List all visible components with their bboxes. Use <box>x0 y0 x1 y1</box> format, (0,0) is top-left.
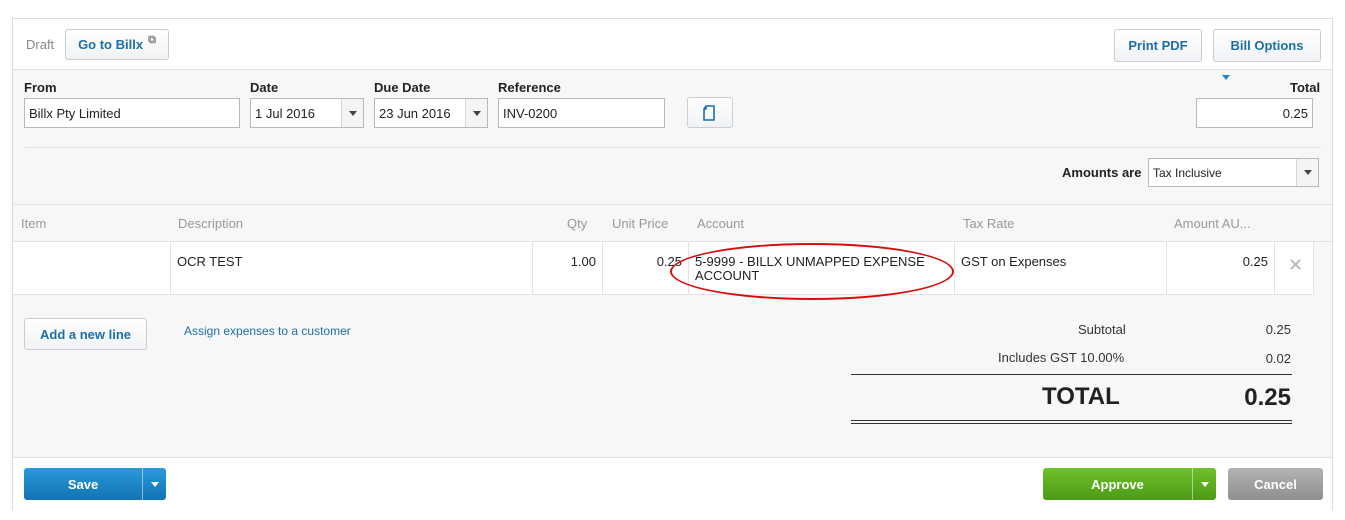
chevron-down-icon <box>472 110 481 116</box>
grand-total-label: TOTAL <box>1042 383 1120 410</box>
approve-button[interactable]: Approve <box>1043 468 1192 500</box>
bottom-bar: Save Approve Cancel <box>13 457 1332 510</box>
gst-value: 0.02 <box>1265 351 1291 366</box>
account-value: 5-9999 - BILLX UNMAPPED EXPENSE ACCOUNT <box>695 254 925 283</box>
due-date-value: 23 Jun 2016 <box>379 105 451 121</box>
totals-divider <box>851 374 1292 375</box>
approve-options-button[interactable] <box>1192 468 1216 500</box>
qty-cell[interactable]: 1.00 <box>533 242 603 295</box>
amounts-are-dropdown-button[interactable] <box>1296 159 1318 186</box>
cancel-button[interactable]: Cancel <box>1228 468 1323 500</box>
totals-double-rule <box>851 420 1292 424</box>
reference-value: INV-0200 <box>503 105 558 121</box>
column-header-account: Account <box>697 216 744 231</box>
table-header: Item Description Qty Unit Price Account … <box>13 204 1332 242</box>
add-new-line-button[interactable]: Add a new line <box>24 318 147 350</box>
date-value: 1 Jul 2016 <box>255 105 315 121</box>
amount-value: 0.25 <box>1242 254 1268 269</box>
from-value: Billx Pty Limited <box>29 105 121 121</box>
date-label: Date <box>250 80 279 95</box>
due-date-dropdown-button[interactable] <box>465 99 487 127</box>
from-field[interactable]: Billx Pty Limited <box>24 98 240 128</box>
subtotal-label: Subtotal <box>1078 322 1126 337</box>
amounts-are-label: Amounts are <box>1062 165 1142 180</box>
due-date-field[interactable]: 23 Jun 2016 <box>374 98 488 128</box>
chevron-down-icon <box>1303 170 1312 175</box>
save-split-button: Save <box>24 468 166 500</box>
go-to-billx-label: Go to Billx <box>78 37 144 52</box>
amounts-are-value: Tax Inclusive <box>1153 165 1222 180</box>
amounts-are-select[interactable]: Tax Inclusive <box>1148 158 1319 187</box>
column-header-amount: Amount AU... <box>1174 216 1251 231</box>
delete-row-button[interactable]: ✕ <box>1275 242 1314 295</box>
column-header-tax-rate: Tax Rate <box>963 216 1015 231</box>
cancel-wrapper: Cancel <box>1228 468 1323 500</box>
total-field[interactable]: 0.25 <box>1196 98 1313 128</box>
total-value: 0.25 <box>1282 105 1308 121</box>
column-header-item: Item <box>21 216 47 231</box>
print-pdf-button[interactable]: Print PDF <box>1114 29 1202 62</box>
save-options-button[interactable] <box>142 468 166 500</box>
from-label: From <box>24 80 57 95</box>
chevron-down-icon <box>150 481 159 487</box>
unit-price-value: 0.25 <box>656 254 682 269</box>
bill-options-button[interactable]: Bill Options <box>1213 29 1321 62</box>
top-bar: Draft Go to Billx ⧉ Print PDF Bill Optio… <box>13 19 1332 70</box>
column-header-description: Description <box>178 216 244 231</box>
gst-label: Includes GST 10.00% <box>998 350 1125 365</box>
unit-price-cell[interactable]: 0.25 <box>603 242 689 295</box>
assign-expenses-link[interactable]: Assign expenses to a customer <box>184 324 351 338</box>
account-cell[interactable]: 5-9999 - BILLX UNMAPPED EXPENSE ACCOUNT <box>689 242 955 295</box>
copy-reference-button[interactable] <box>687 97 733 128</box>
go-to-billx-button[interactable]: Go to Billx ⧉ <box>65 29 169 60</box>
document-icon <box>703 104 715 121</box>
status-label: Draft <box>26 37 55 52</box>
form-divider <box>25 147 1321 148</box>
bill-editor: Draft Go to Billx ⧉ Print PDF Bill Optio… <box>12 18 1333 510</box>
date-dropdown-button[interactable] <box>341 99 363 127</box>
chevron-down-icon <box>348 110 357 116</box>
subtotal-value: 0.25 <box>1265 322 1291 337</box>
external-link-icon: ⧉ <box>148 34 156 46</box>
tax-rate-value: GST on Expenses <box>961 254 1067 269</box>
save-button[interactable]: Save <box>24 468 142 500</box>
table-row: OCR TEST 1.00 0.25 5-9999 - BILLX UNMAPP… <box>13 242 1314 295</box>
dropdown-pointer-icon <box>1222 75 1230 80</box>
column-header-unit-price: Unit Price <box>612 216 669 231</box>
description-value: OCR TEST <box>177 254 243 269</box>
close-icon: ✕ <box>1288 255 1304 275</box>
date-field[interactable]: 1 Jul 2016 <box>250 98 364 128</box>
chevron-down-icon <box>1200 481 1209 487</box>
item-cell[interactable] <box>13 242 171 295</box>
tax-rate-cell[interactable]: GST on Expenses <box>955 242 1167 295</box>
reference-field[interactable]: INV-0200 <box>498 98 665 128</box>
amount-cell[interactable]: 0.25 <box>1167 242 1275 295</box>
grand-total-value: 0.25 <box>1244 384 1291 411</box>
qty-value: 1.00 <box>570 254 596 269</box>
description-cell[interactable]: OCR TEST <box>171 242 533 295</box>
total-label: Total <box>1290 80 1321 95</box>
due-date-label: Due Date <box>374 80 431 95</box>
approve-split-button: Approve <box>1043 468 1216 500</box>
column-header-qty: Qty <box>567 216 588 231</box>
reference-label: Reference <box>498 80 561 95</box>
